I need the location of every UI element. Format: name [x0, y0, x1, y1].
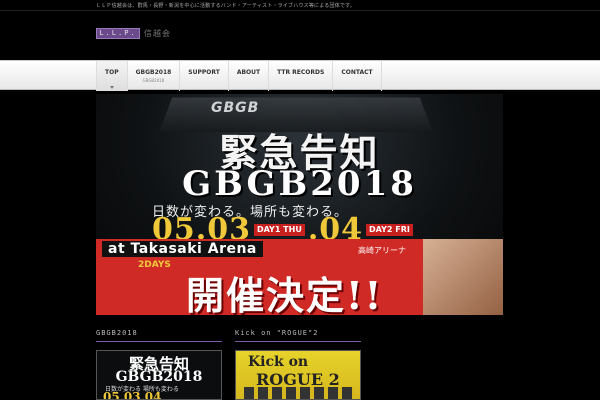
- nav-label: TOP: [105, 69, 119, 76]
- nav-label: TTR RECORDS: [277, 69, 325, 76]
- nav-item-gbgb2018[interactable]: GBGB2018 GBGB2018: [128, 61, 181, 91]
- hero-banner[interactable]: GBGB 緊急告知 GBGB2018 日数が変わる。場所も変わる。 05.03 …: [96, 94, 503, 315]
- nav-item-contact[interactable]: CONTACT: [333, 61, 382, 91]
- announcement-text: ＬＬＰ信越会は、群馬・長野・新潟を中心に活動するバンド・アーティスト・ライブハウ…: [96, 3, 356, 9]
- logo-mark: L.L.P.: [96, 27, 140, 39]
- top-announcement-bar: ＬＬＰ信越会は、群馬・長野・新潟を中心に活動するバンド・アーティスト・ライブハウ…: [0, 0, 600, 11]
- nav-item-ttr-records[interactable]: TTR RECORDS: [269, 61, 334, 91]
- thumbnail-gbgb2018[interactable]: 緊急告知 GBGB2018 日数が変わる 場所も変わる 05.03.04: [96, 350, 222, 400]
- site-logo[interactable]: L.L.P. 信越会: [96, 27, 171, 39]
- nav-label: GBGB2018: [135, 69, 172, 76]
- nav-label: CONTACT: [341, 69, 373, 76]
- nav-item-about[interactable]: ABOUT: [229, 61, 270, 91]
- main-navigation-bar: TOP GBGB2018 GBGB2018 SUPPORT ABOUT TTR …: [0, 60, 600, 91]
- hero-red-band: at Takasaki Arena 高崎アリーナ 2DAYS 開催決定!!: [96, 239, 503, 315]
- stage-logo-text: GBGB: [211, 100, 260, 116]
- thumbnail-kick-on-rogue[interactable]: Kick on ROGUE 2: [235, 350, 361, 400]
- nav-label: SUPPORT: [188, 69, 220, 76]
- nav-item-support[interactable]: SUPPORT: [180, 61, 229, 91]
- two-days-label: 2DAYS: [138, 260, 171, 270]
- section-divider: [96, 341, 222, 342]
- nav-label: ABOUT: [236, 69, 261, 76]
- section-title-kick-on-rogue: Kick on "ROGUE"2: [235, 329, 319, 337]
- venue-name: at Takasaki Arena: [102, 241, 263, 257]
- hero-event-title: GBGB2018: [182, 164, 417, 204]
- caret-down-icon: [109, 86, 114, 89]
- main-nav: TOP GBGB2018 GBGB2018 SUPPORT ABOUT TTR …: [96, 61, 382, 91]
- thumb-dates: 05.03.04: [103, 390, 162, 400]
- venue-name-jp: 高崎アリーナ: [358, 246, 406, 255]
- section-divider: [235, 341, 361, 342]
- band-members-image: [244, 387, 354, 399]
- section-title-gbgb2018: GBGB2018: [96, 329, 138, 337]
- logo-subtitle: 信越会: [144, 28, 171, 38]
- day1-badge: DAY1 THU: [253, 223, 305, 236]
- day2-badge: DAY2 FRI: [366, 223, 413, 236]
- thumb-title-line1: Kick on: [248, 354, 309, 370]
- hero-decision-text: 開催決定!!: [186, 273, 384, 315]
- thumb-event-title: GBGB2018: [115, 369, 203, 385]
- nav-sublabel: GBGB2018: [142, 78, 165, 83]
- nav-item-top[interactable]: TOP: [96, 61, 128, 91]
